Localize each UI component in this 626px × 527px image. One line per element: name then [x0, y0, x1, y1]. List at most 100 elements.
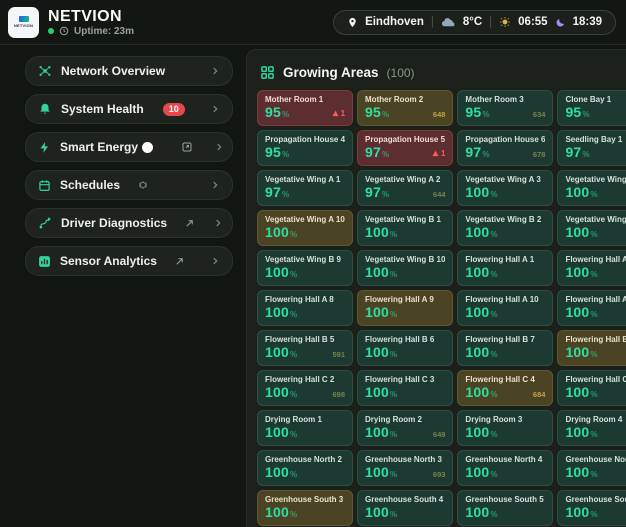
percent-suffix: % — [490, 470, 497, 479]
area-value-row: 100 % — [565, 384, 626, 400]
growing-area-card[interactable]: Vegetative Wing B 3 100 % 636 — [557, 210, 626, 246]
sunrise-icon — [499, 16, 511, 28]
growing-area-card[interactable]: Greenhouse North 4 100 % — [457, 450, 553, 486]
growing-area-card[interactable]: Greenhouse North 5 100 % 663 — [557, 450, 626, 486]
temperature-label: 8°C — [463, 16, 482, 28]
area-value-row: 95 % 1 — [265, 104, 345, 120]
area-value-row: 100 % — [465, 304, 545, 320]
sidebar-item-smart-energy[interactable]: Smart Energy — [25, 132, 233, 162]
growing-area-card[interactable]: Flowering Hall B 8 100 % — [557, 330, 626, 366]
area-name: Vegetative Wing A 1 — [265, 175, 345, 184]
area-value-row: 100 % 704 — [565, 184, 626, 200]
trend-arrow-icon — [174, 256, 185, 267]
growing-area-card[interactable]: Drying Room 3 100 % — [457, 410, 553, 446]
area-value-row: 100 % — [465, 344, 545, 360]
area-name: Flowering Hall B 5 — [265, 335, 345, 344]
growing-area-card[interactable]: Flowering Hall C 3 100 % — [357, 370, 453, 406]
growing-area-card[interactable]: Propagation House 6 97 % 678 — [457, 130, 553, 166]
growing-area-card[interactable]: Drying Room 4 100 % — [557, 410, 626, 446]
growing-area-card[interactable]: Vegetative Wing A 4 100 % 704 — [557, 170, 626, 206]
area-name: Flowering Hall C 3 — [365, 375, 445, 384]
percent-suffix: % — [390, 390, 397, 399]
area-name: Greenhouse South 5 — [465, 495, 545, 504]
growing-area-card[interactable]: Mother Room 1 95 % 1 — [257, 90, 353, 126]
growing-area-card[interactable]: Greenhouse South 3 100 % — [257, 490, 353, 526]
growing-area-card[interactable]: Vegetative Wing A 3 100 % — [457, 170, 553, 206]
growing-area-card[interactable]: Greenhouse North 2 100 % — [257, 450, 353, 486]
percent-suffix: % — [282, 110, 289, 119]
growing-area-card[interactable]: Propagation House 5 97 % 1 — [357, 130, 453, 166]
content-area: Network Overview System Health 10 Smart … — [0, 45, 626, 527]
area-value: 97 — [265, 184, 281, 200]
chevron-right-icon — [210, 180, 220, 190]
growing-area-card[interactable]: Flowering Hall A 10 100 % — [457, 290, 553, 326]
area-name: Propagation House 4 — [265, 135, 345, 144]
growing-area-card[interactable]: Greenhouse South 6 100 % 632 — [557, 490, 626, 526]
area-secondary-number: 591 — [333, 350, 346, 359]
growing-area-card[interactable]: Flowering Hall C 2 100 % 698 — [257, 370, 353, 406]
growing-area-card[interactable]: Flowering Hall A 2 100 % — [557, 250, 626, 286]
area-name: Propagation House 5 — [365, 135, 445, 144]
area-name: Greenhouse North 2 — [265, 455, 345, 464]
growing-area-card[interactable]: Flowering Hall B 5 100 % 591 — [257, 330, 353, 366]
growing-area-card[interactable]: Clone Bay 1 95 % 654 — [557, 90, 626, 126]
sidebar-item-network-overview[interactable]: Network Overview — [25, 56, 233, 86]
percent-suffix: % — [590, 470, 597, 479]
area-value: 100 — [565, 184, 589, 200]
growing-area-card[interactable]: Vegetative Wing A 2 97 % 644 — [357, 170, 453, 206]
area-name: Flowering Hall A 9 — [365, 295, 445, 304]
netvion-logo: NETVION — [8, 7, 39, 38]
logo-text: NETVION — [14, 23, 33, 28]
grid-icon — [260, 65, 275, 80]
area-value: 97 — [365, 184, 381, 200]
growing-area-card[interactable]: Greenhouse South 4 100 % — [357, 490, 453, 526]
area-value: 95 — [265, 144, 281, 160]
growing-area-card[interactable]: Flowering Hall C 4 100 % 684 — [457, 370, 553, 406]
growing-area-card[interactable]: Flowering Hall A 1 100 % — [457, 250, 553, 286]
growing-area-card[interactable]: Flowering Hall C 5 100 % — [557, 370, 626, 406]
growing-area-card[interactable]: Propagation House 4 95 % — [257, 130, 353, 166]
area-value-row: 100 % — [265, 504, 345, 520]
percent-suffix: % — [390, 470, 397, 479]
growing-area-card[interactable]: Greenhouse South 5 100 % — [457, 490, 553, 526]
percent-suffix: % — [590, 510, 597, 519]
weather-pill[interactable]: Eindhoven | 8°C | 06:55 18:39 — [333, 10, 616, 35]
growing-area-card[interactable]: Vegetative Wing B 1 100 % — [357, 210, 453, 246]
growing-area-card[interactable]: Vegetative Wing B 9 100 % — [257, 250, 353, 286]
growing-area-card[interactable]: Flowering Hall B 7 100 % — [457, 330, 553, 366]
growing-area-card[interactable]: Flowering Hall A 8 100 % — [257, 290, 353, 326]
growing-area-card[interactable]: Flowering Hall A 11 100 % — [557, 290, 626, 326]
growing-area-card[interactable]: Flowering Hall A 9 100 % — [357, 290, 453, 326]
area-name: Greenhouse North 3 — [365, 455, 445, 464]
growing-area-card[interactable]: Vegetative Wing B 10 100 % — [357, 250, 453, 286]
growing-area-card[interactable]: Flowering Hall B 6 100 % — [357, 330, 453, 366]
app-title: NETVION — [48, 8, 134, 25]
sidebar-item-schedules[interactable]: Schedules — [25, 170, 233, 200]
sidebar-item-label: Smart Energy — [60, 140, 138, 154]
growing-area-card[interactable]: Vegetative Wing A 10 100 % — [257, 210, 353, 246]
sidebar-item-driver-diagnostics[interactable]: Driver Diagnostics — [25, 208, 233, 238]
location-pin-icon — [347, 16, 358, 29]
area-value-row: 100 % — [365, 504, 445, 520]
bolt-icon — [38, 141, 51, 154]
area-name: Flowering Hall B 6 — [365, 335, 445, 344]
chevron-right-icon — [210, 104, 220, 114]
bell-icon — [38, 102, 52, 116]
percent-suffix: % — [490, 310, 497, 319]
growing-area-card[interactable]: Vegetative Wing B 2 100 % — [457, 210, 553, 246]
area-name: Clone Bay 1 — [565, 95, 626, 104]
section-title: Growing Areas — [283, 65, 379, 80]
area-value: 100 — [465, 384, 489, 400]
growing-area-card[interactable]: Drying Room 1 100 % — [257, 410, 353, 446]
growing-area-card[interactable]: Vegetative Wing A 1 97 % — [257, 170, 353, 206]
external-link-icon[interactable] — [181, 141, 193, 153]
growing-area-card[interactable]: Mother Room 3 95 % 634 — [457, 90, 553, 126]
growing-area-card[interactable]: Mother Room 2 95 % 648 — [357, 90, 453, 126]
gear-icon[interactable] — [137, 179, 149, 191]
growing-area-card[interactable]: Drying Room 2 100 % 649 — [357, 410, 453, 446]
growing-area-card[interactable]: Seedling Bay 1 97 % — [557, 130, 626, 166]
area-name: Vegetative Wing A 4 — [565, 175, 626, 184]
sidebar-item-system-health[interactable]: System Health 10 — [25, 94, 233, 124]
sidebar-item-sensor-analytics[interactable]: Sensor Analytics — [25, 246, 233, 276]
growing-area-card[interactable]: Greenhouse North 3 100 % 693 — [357, 450, 453, 486]
